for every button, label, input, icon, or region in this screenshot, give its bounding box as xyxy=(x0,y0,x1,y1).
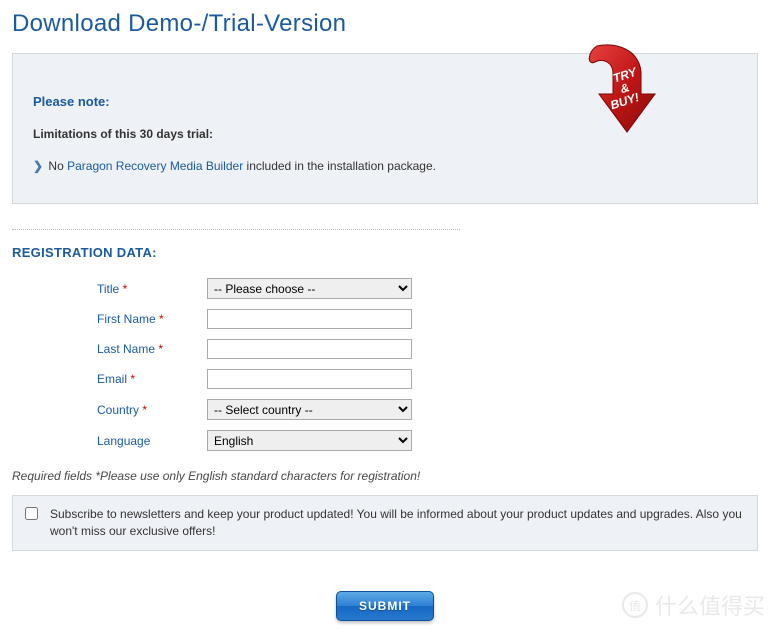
title-select[interactable]: -- Please choose -- xyxy=(207,278,412,299)
title-label: Title * xyxy=(12,282,207,296)
last-name-field[interactable] xyxy=(207,339,412,359)
subscribe-text: Subscribe to newsletters and keep your p… xyxy=(50,506,745,540)
country-label: Country * xyxy=(12,403,207,417)
language-select[interactable]: English xyxy=(207,430,412,451)
try-buy-badge: TRY & BUY! xyxy=(577,44,657,139)
divider xyxy=(12,229,460,230)
arrow-icon: ❯ xyxy=(33,159,43,173)
note-box: TRY & BUY! Please note: Limitations of t… xyxy=(12,53,758,204)
subscribe-box: Subscribe to newsletters and keep your p… xyxy=(12,495,758,551)
first-name-label: First Name * xyxy=(12,312,207,326)
subscribe-checkbox[interactable] xyxy=(25,507,38,520)
note-prefix: No xyxy=(48,159,63,173)
country-select[interactable]: -- Select country -- xyxy=(207,399,412,420)
registration-heading: REGISTRATION DATA: xyxy=(12,245,758,260)
email-label: Email * xyxy=(12,372,207,386)
page-title: Download Demo-/Trial-Version xyxy=(12,10,758,38)
language-label: Language xyxy=(12,434,207,448)
submit-button[interactable]: SUBMIT xyxy=(336,591,434,621)
email-field[interactable] xyxy=(207,369,412,389)
first-name-field[interactable] xyxy=(207,309,412,329)
required-fields-note: Required fields *Please use only English… xyxy=(12,469,758,483)
note-item: ❯ No Paragon Recovery Media Builder incl… xyxy=(33,159,737,173)
last-name-label: Last Name * xyxy=(12,342,207,356)
note-suffix: included in the installation package. xyxy=(243,159,436,173)
recovery-media-builder-link[interactable]: Paragon Recovery Media Builder xyxy=(67,159,243,173)
